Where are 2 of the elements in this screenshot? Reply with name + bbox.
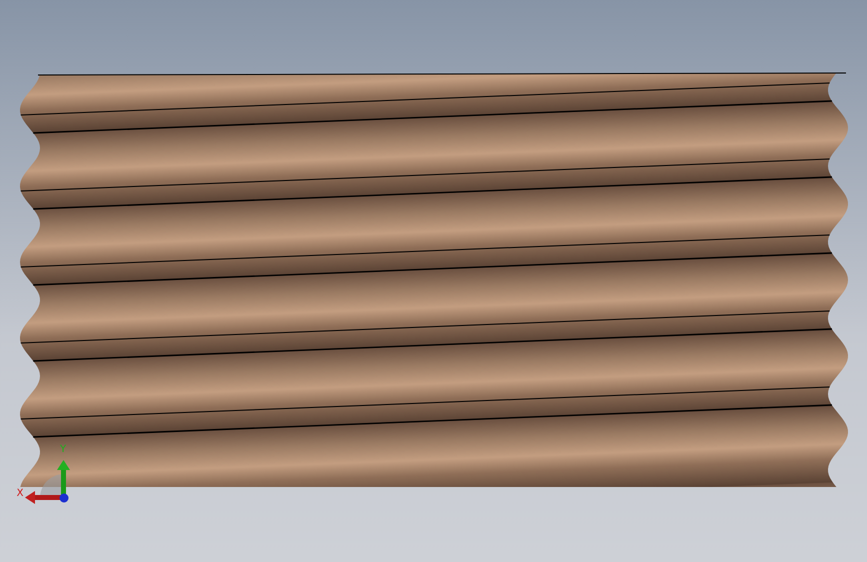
y-axis-label: Y	[60, 444, 66, 455]
x-axis-label: X	[16, 488, 24, 499]
